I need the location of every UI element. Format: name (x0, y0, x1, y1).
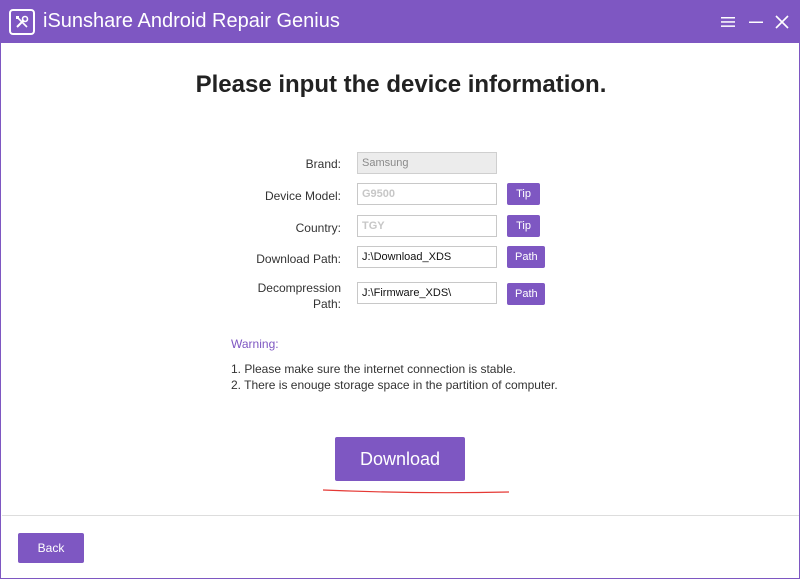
app-title: iSunshare Android Repair Genius (43, 10, 340, 32)
device-model-tip-button[interactable]: Tip (507, 183, 540, 205)
footer-divider (2, 515, 799, 516)
brand-field: Samsung (357, 152, 497, 174)
device-model-label: Device Model: (264, 189, 341, 203)
brand-label: Brand: (305, 157, 341, 171)
warning-title: Warning: (231, 337, 279, 351)
decompression-path-field[interactable]: J:\Firmware_XDS\ (357, 282, 497, 304)
menu-icon[interactable] (717, 11, 739, 33)
country-field[interactable]: TGY (357, 215, 497, 237)
decompression-path-button[interactable]: Path (507, 283, 545, 305)
decompression-path-label-line1: Decompression (257, 281, 341, 295)
title-bar: iSunshare Android Repair Genius (1, 1, 799, 43)
page-title: Please input the device information. (195, 71, 607, 98)
app-window: iSunshare Android Repair Genius Please i… (0, 0, 800, 579)
minimize-icon[interactable] (745, 11, 767, 33)
close-icon[interactable] (771, 11, 793, 33)
download-path-field[interactable]: J:\Download_XDS (357, 246, 497, 268)
decompression-path-label: Decompression Path: (181, 280, 341, 312)
wrench-screwdriver-icon (9, 9, 35, 35)
red-annotation-underline (323, 489, 509, 494)
download-button[interactable]: Download (335, 437, 465, 481)
download-path-button[interactable]: Path (507, 246, 545, 268)
warning-line-1: 1. Please make sure the internet connect… (231, 362, 516, 376)
download-path-label: Download Path: (256, 252, 341, 266)
decompression-path-label-line2: Path: (312, 297, 341, 311)
country-tip-button[interactable]: Tip (507, 215, 540, 237)
country-label: Country: (295, 221, 341, 235)
back-button[interactable]: Back (18, 533, 84, 563)
warning-line-2: 2. There is enouge storage space in the … (231, 378, 558, 392)
device-model-field[interactable]: G9500 (357, 183, 497, 205)
